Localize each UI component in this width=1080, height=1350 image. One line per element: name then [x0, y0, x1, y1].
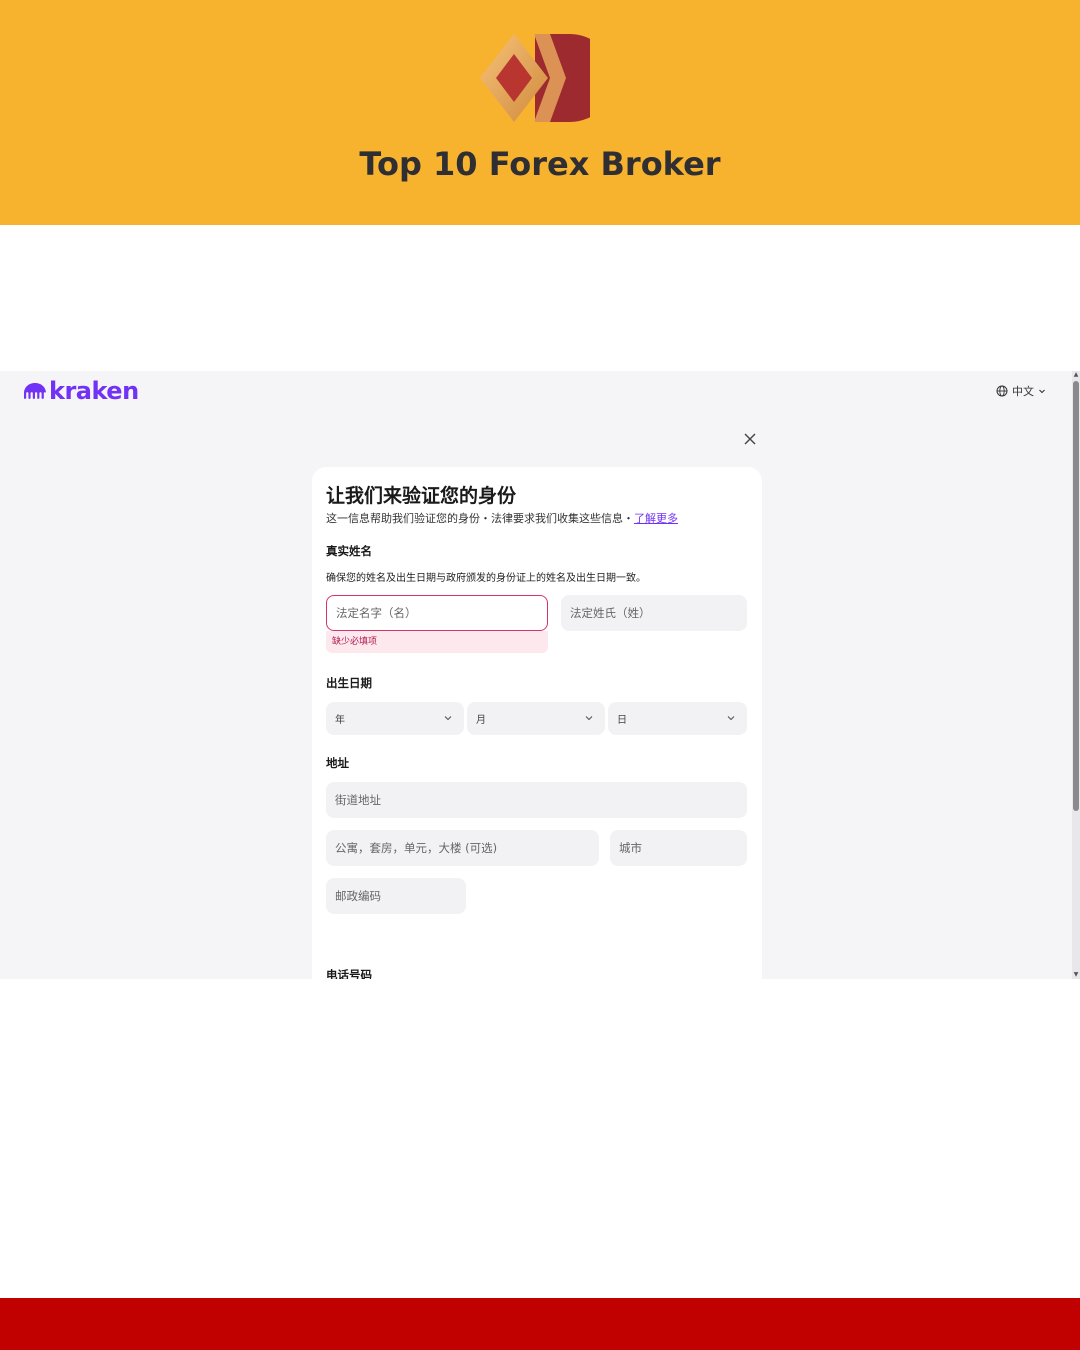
city-input[interactable]: 城市: [610, 830, 747, 866]
bottom-bar: [0, 1298, 1080, 1350]
banner-title: Top 10 Forex Broker: [359, 145, 721, 183]
unit-input[interactable]: 公寓，套房，单元，大楼 (可选): [326, 830, 599, 866]
dob-section-label: 出生日期: [326, 676, 372, 690]
page: Top 10 Forex Broker kraken 中文 让我们来验证您的身份…: [0, 0, 1080, 1350]
street-address-input[interactable]: 街道地址: [326, 782, 747, 818]
scroll-up-icon[interactable]: ▲: [1073, 372, 1079, 378]
chevron-down-icon: [444, 716, 452, 721]
kraken-mark-icon: [24, 383, 46, 399]
address-section-label: 地址: [326, 756, 349, 770]
close-icon[interactable]: [740, 429, 760, 449]
dob-day-select[interactable]: 日: [608, 702, 747, 735]
language-label: 中文: [1012, 385, 1034, 398]
dob-month-select[interactable]: 月: [467, 702, 605, 735]
top-banner: Top 10 Forex Broker: [0, 0, 1080, 225]
kraken-screenshot: kraken 中文 让我们来验证您的身份 这一信息帮助我们验证您的身份・法律要求…: [0, 371, 1080, 979]
chevron-down-icon: [1039, 389, 1045, 394]
name-section-label: 真实姓名: [326, 544, 372, 558]
scrollbar[interactable]: ▲ ▼: [1072, 371, 1080, 979]
name-hint: 确保您的姓名及出生日期与政府颁发的身份证上的姓名及出生日期一致。: [326, 573, 646, 584]
language-selector[interactable]: 中文: [996, 383, 1046, 399]
dob-year-select[interactable]: 年: [326, 702, 464, 735]
dob-day-value: 日: [617, 715, 627, 726]
phone-section-label: 电话号码: [326, 968, 372, 979]
last-name-input[interactable]: 法定姓氏（姓）: [561, 595, 747, 631]
form-title: 让我们来验证您的身份: [326, 485, 517, 507]
verification-form: 让我们来验证您的身份 这一信息帮助我们验证您的身份・法律要求我们收集这些信息・了…: [312, 467, 762, 979]
broker-logo-icon: [480, 34, 590, 122]
dob-month-value: 月: [476, 715, 486, 726]
form-subtitle-text: 这一信息帮助我们验证您的身份・法律要求我们收集这些信息・: [326, 512, 634, 525]
postal-code-input[interactable]: 邮政编码: [326, 878, 466, 914]
brand-wordmark: kraken: [49, 377, 139, 405]
chevron-down-icon: [585, 716, 593, 721]
learn-more-link[interactable]: 了解更多: [634, 512, 678, 525]
scrollbar-thumb[interactable]: [1073, 381, 1079, 811]
kraken-logo[interactable]: kraken: [23, 377, 139, 405]
scroll-down-icon[interactable]: ▼: [1073, 972, 1079, 978]
chevron-down-icon: [727, 716, 735, 721]
first-name-input[interactable]: 法定名字（名）: [326, 595, 548, 631]
first-name-error: 缺少必填项: [326, 631, 548, 653]
globe-icon: [996, 385, 1008, 397]
dob-year-value: 年: [335, 715, 345, 726]
form-subtitle: 这一信息帮助我们验证您的身份・法律要求我们收集这些信息・了解更多: [326, 510, 678, 526]
